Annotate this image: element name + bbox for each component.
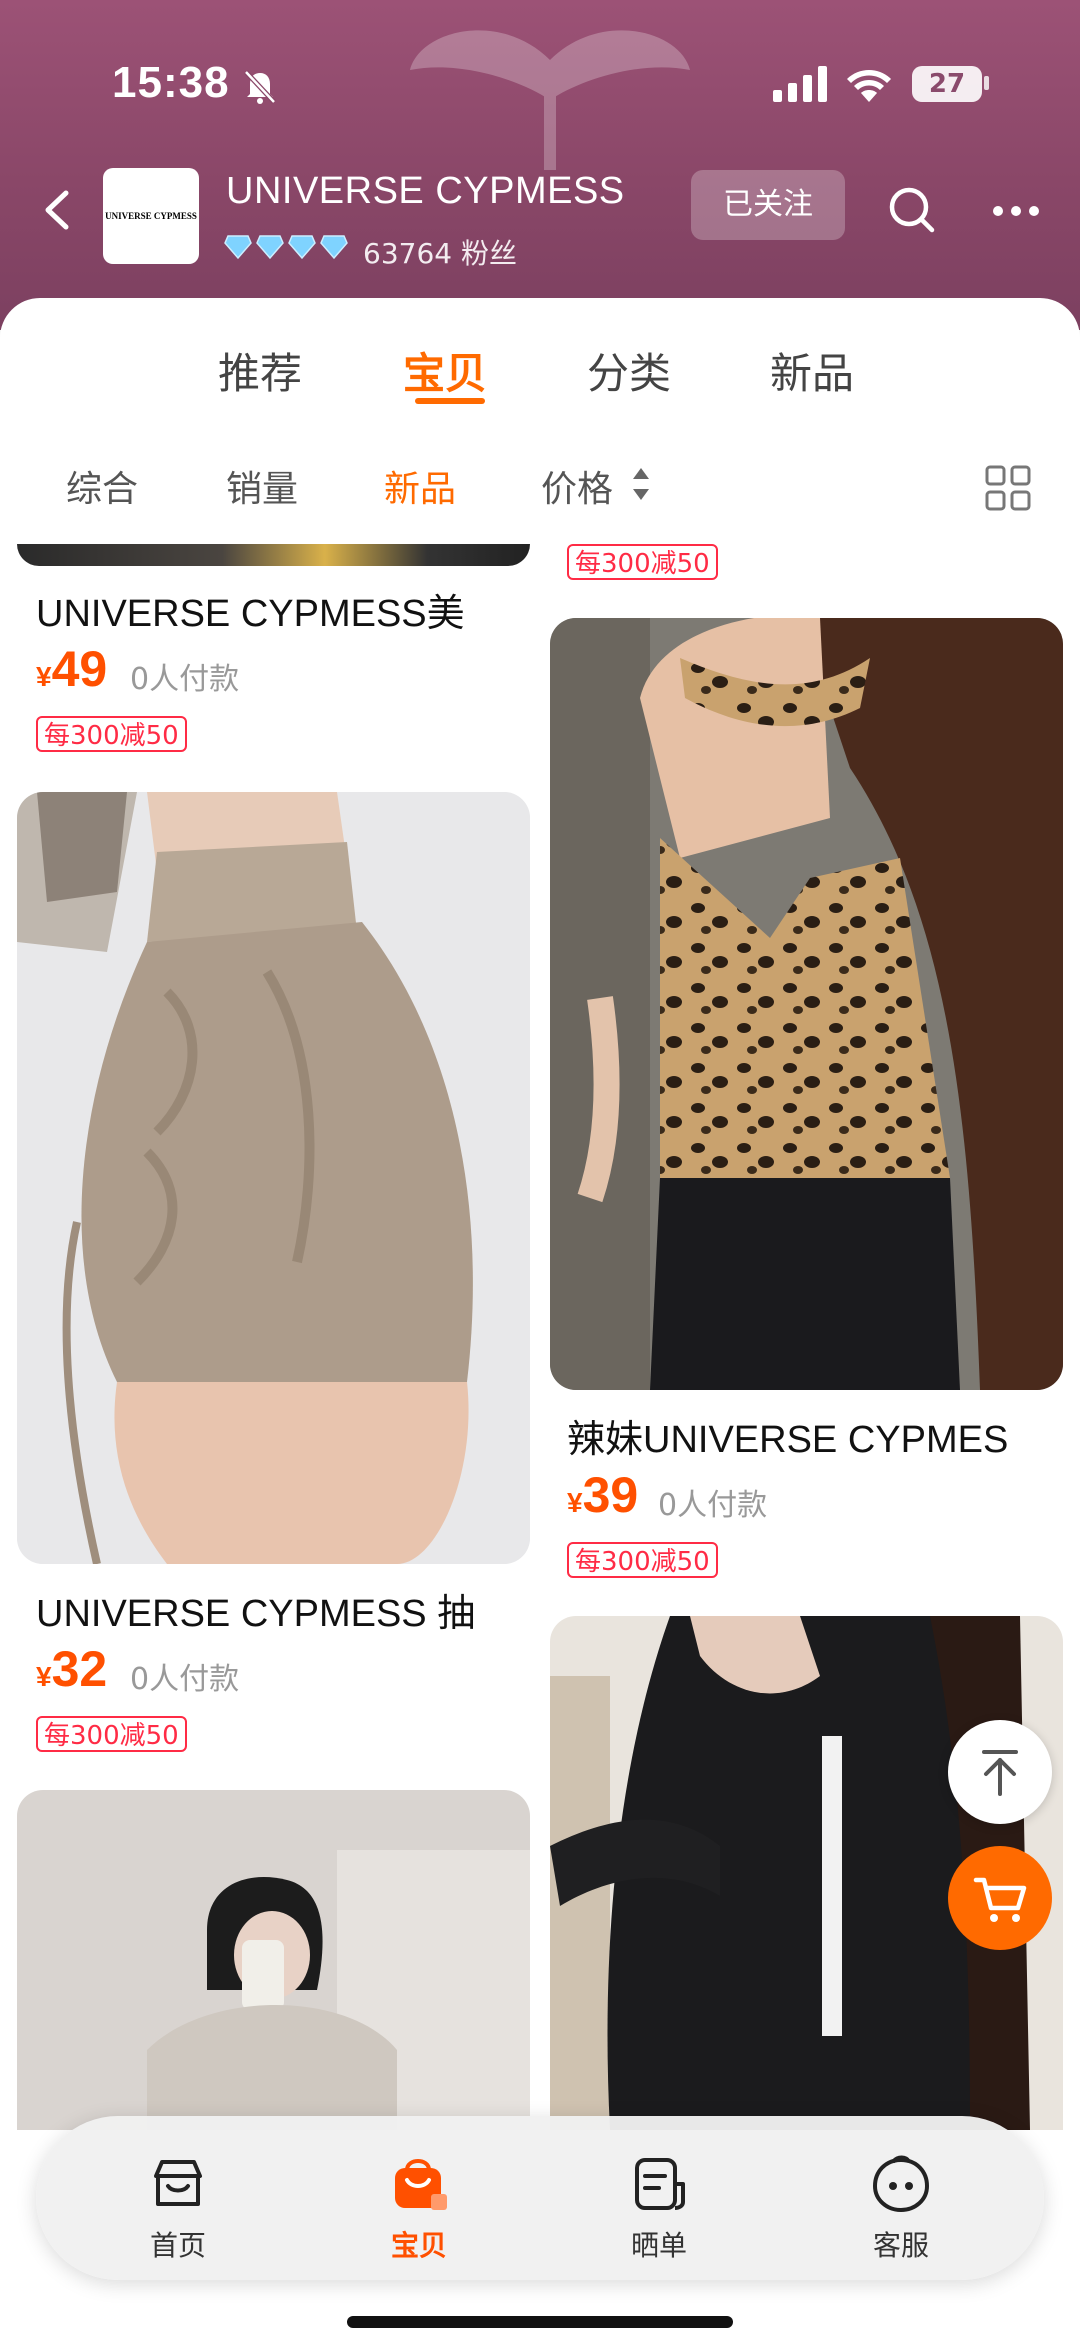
filter-new[interactable]: 新品 [384,460,456,512]
product-title[interactable]: UNIVERSE CYPMESS 抽 [36,1582,526,1637]
product-price: ¥49 [36,640,107,698]
shop-home-icon [154,2160,202,2206]
filter-overall[interactable]: 综合 [66,460,138,512]
nav-home[interactable]: 首页 [118,2152,238,2264]
status-bar: 15:38 27 [0,58,1080,118]
more-options-icon[interactable] [990,196,1042,226]
cellular-signal-icon [773,66,827,102]
follow-button[interactable]: 已关注 [691,170,845,240]
shop-header: 15:38 27 UNIVERSE CYPMESS UNIVERSE CYPME… [0,0,1080,330]
price-value: 32 [51,1641,108,1697]
product-image-girl-mirror[interactable] [17,1790,530,2130]
product-image-partial-top-left[interactable] [17,544,530,566]
cart-icon [973,1877,1027,1922]
nav-label: 首页 [149,2229,206,2262]
promo-tag: 每300减50 [36,716,187,752]
tab-items[interactable]: 宝贝 [403,340,487,401]
skirt-photo [17,792,530,1564]
promo-tag: 每300减50 [567,1542,718,1578]
currency-symbol: ¥ [36,1661,52,1692]
shopping-bag-icon [395,2159,447,2210]
promo-tag: 每300减50 [567,544,718,580]
status-time: 15:38 [112,58,230,107]
wifi-icon [847,70,891,102]
tab-new[interactable]: 新品 [770,340,854,401]
battery-tip [984,76,989,90]
arrow-up-icon [982,1750,1018,1796]
filter-price[interactable]: 价格 [541,460,613,512]
diamond-icon [320,235,348,260]
product-title[interactable]: UNIVERSE CYPMESS美 [36,582,526,637]
price-value: 49 [51,641,108,697]
diamond-icon [224,235,252,260]
paid-count: 0人付款 [658,1488,768,1523]
shop-logo[interactable]: UNIVERSE CYPMESS [103,168,199,264]
battery-icon: 27 [912,66,982,102]
mirror-selfie-photo [17,1790,530,2130]
currency-symbol: ¥ [36,661,52,692]
promo-tag: 每300减50 [36,1716,187,1752]
sort-filters: 综合 销量 新品 价格 [0,460,1080,520]
product-image-leopard-top[interactable] [550,618,1063,1390]
nav-label: 宝贝 [390,2229,447,2262]
filter-sales[interactable]: 销量 [226,460,298,512]
tab-recommend[interactable]: 推荐 [218,340,302,401]
nav-items[interactable]: 宝贝 [359,2152,479,2264]
back-arrow-icon[interactable] [38,185,78,235]
sort-arrows-icon[interactable] [632,464,650,504]
nav-reviews[interactable]: 晒单 [599,2152,719,2264]
nav-label: 晒单 [630,2229,687,2262]
fans-count: 63764 粉丝 [363,237,517,270]
product-price: ¥39 [567,1466,638,1524]
active-tab-indicator [415,398,485,404]
paid-count: 0人付款 [130,662,240,697]
paid-count: 0人付款 [130,1662,240,1697]
diamond-icon [288,235,316,260]
product-image-skirt[interactable] [17,792,530,1564]
shop-rating-diamonds [224,234,348,260]
leopard-top-photo [550,618,1063,1390]
shop-name[interactable]: UNIVERSE CYPMESS [226,170,625,213]
product-title[interactable]: 辣妹UNIVERSE CYPMES [567,1408,1057,1463]
cart-button[interactable] [948,1846,1052,1950]
search-icon[interactable] [886,184,938,236]
tab-categories[interactable]: 分类 [587,340,671,401]
bottom-navigation: 首页 宝贝 晒单 客服 [36,2116,1044,2280]
review-note-icon [635,2158,685,2210]
price-value: 39 [582,1467,639,1523]
nav-customer-service[interactable]: 客服 [841,2152,961,2264]
nav-label: 客服 [872,2229,929,2262]
shop-tabs: 推荐 宝贝 分类 新品 [0,330,1080,420]
back-to-top-button[interactable] [948,1720,1052,1824]
grid-view-icon[interactable] [984,464,1032,512]
diamond-icon [256,235,284,260]
customer-service-icon [872,2155,930,2213]
currency-symbol: ¥ [567,1487,583,1518]
mute-bell-icon [244,70,276,104]
product-price: ¥32 [36,1640,107,1698]
home-indicator [347,2316,733,2328]
